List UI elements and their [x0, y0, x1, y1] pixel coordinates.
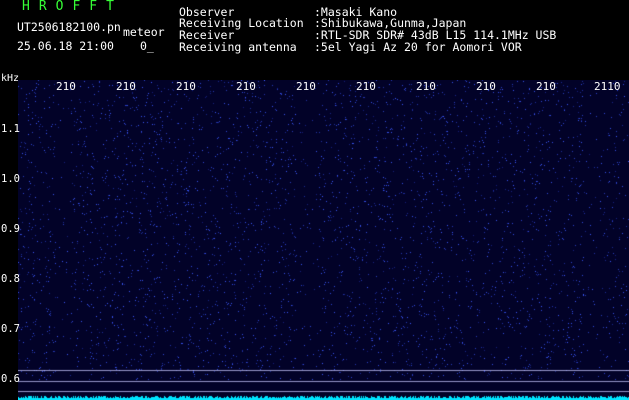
mode-label: meteor [123, 25, 165, 39]
time-tick: 210 [176, 80, 196, 93]
time-tick: 210 [56, 80, 76, 93]
antenna-label: Receiving antenna [179, 40, 297, 54]
frequency-tick: 1.1 [1, 123, 20, 135]
time-tick: 210 [296, 80, 316, 93]
frequency-tick: 0.9 [1, 223, 20, 235]
frequency-tick: 1.0 [1, 173, 20, 185]
frequency-tick: 0.8 [1, 273, 20, 285]
time-tick: 210 [416, 80, 436, 93]
time-tick: 210 [356, 80, 376, 93]
time-tick: 2110 [594, 80, 621, 93]
frequency-tick: 0.7 [1, 323, 20, 335]
meteor-count: 0_ [140, 39, 154, 53]
time-tick: 210 [476, 80, 496, 93]
frequency-tick: 0.6 [1, 373, 20, 385]
date-time: 25.06.18 21:00 [17, 39, 114, 53]
time-tick: 210 [536, 80, 556, 93]
brand-title: HROFFT [22, 0, 123, 14]
spectrogram [18, 80, 629, 400]
frequency-unit-label: kHz [1, 73, 20, 84]
file-name: UT2506182100.pn [17, 20, 121, 34]
time-tick: 210 [116, 80, 136, 93]
time-tick: 210 [236, 80, 256, 93]
antenna-value: :5el Yagi Az 20 for Aomori VOR [314, 40, 522, 54]
